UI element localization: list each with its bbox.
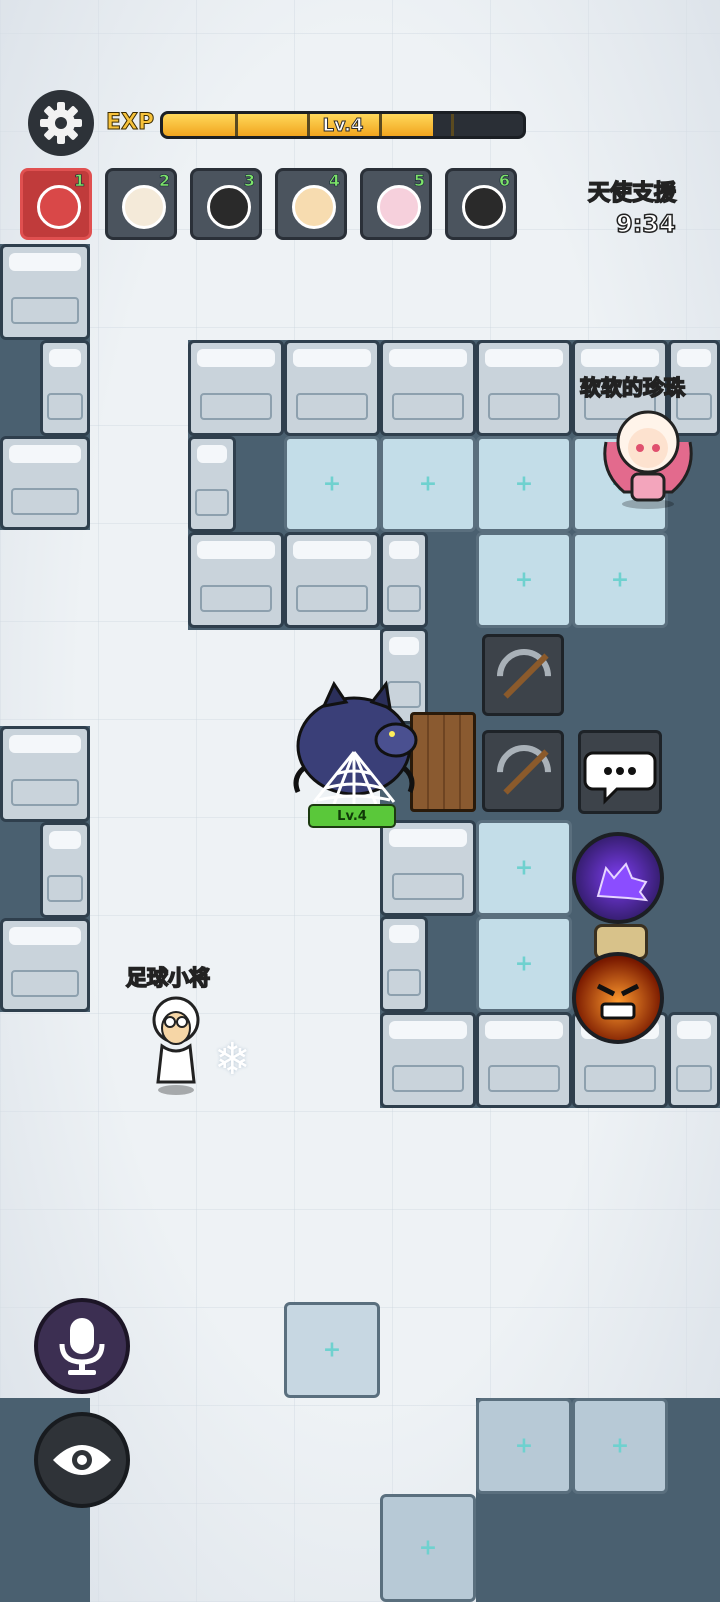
stone-wall-block [40, 822, 90, 918]
angel-support-timer: 9:34 [615, 209, 676, 239]
pink-sheep-character[interactable] [596, 402, 700, 510]
snowflake-icon: ❄ [214, 1034, 251, 1085]
sheep-character[interactable] [140, 994, 212, 1096]
ice-tile[interactable] [284, 1302, 380, 1398]
pink-sheep-avatar [377, 185, 421, 229]
ice-tile[interactable] [476, 436, 572, 532]
chat-button[interactable] [578, 730, 662, 814]
slot-number: 2 [158, 171, 171, 191]
slot-number: 4 [328, 171, 341, 191]
stone-wall-block [188, 436, 236, 532]
ice-tile[interactable] [476, 916, 572, 1012]
crossbow-turret[interactable] [482, 634, 564, 716]
wolf-head-icon [596, 862, 649, 902]
exp-progress-bar: Lv.4 [160, 111, 526, 139]
stone-wall-block [0, 244, 90, 340]
stone-wall-block [476, 340, 572, 436]
player-slot-2[interactable]: 2 [105, 168, 177, 240]
stone-wall-block [0, 726, 90, 822]
player-slot-6[interactable]: 6 [445, 168, 517, 240]
player-name-left: 足球小将 [125, 965, 211, 991]
stone-wall-block [284, 532, 380, 628]
chat-bubble-icon [583, 751, 657, 805]
stone-wall-block [380, 532, 428, 628]
black-sheep-avatar [207, 185, 251, 229]
stone-wall-block [380, 916, 428, 1012]
black-sheep-avatar [462, 185, 506, 229]
stone-wall-block [380, 340, 476, 436]
sheep-avatar [292, 185, 336, 229]
exp-label: EXP [105, 110, 155, 136]
slot-number: 1 [73, 171, 86, 191]
stone-wall-block [188, 340, 284, 436]
microphone-icon [59, 1318, 105, 1375]
ice-tile[interactable] [476, 532, 572, 628]
eye-icon [53, 1445, 111, 1475]
slot-number: 3 [243, 171, 256, 191]
slot-number: 6 [498, 171, 511, 191]
rage-skill-button[interactable] [572, 952, 664, 1044]
level-text: Lv.4 [322, 114, 364, 136]
angry-face-icon [596, 983, 640, 1020]
ice-tile[interactable] [380, 1494, 476, 1602]
claw-avatar [37, 185, 81, 229]
monster-level-tag: Lv.4 [308, 804, 396, 828]
player-slot-4[interactable]: 4 [275, 168, 347, 240]
spectate-button[interactable] [34, 1412, 130, 1508]
stone-wall-block [668, 1012, 720, 1108]
gear-icon [40, 102, 82, 144]
stone-wall-block [40, 340, 90, 436]
stone-wall-block [188, 532, 284, 628]
ice-tile[interactable] [476, 1398, 572, 1494]
slot-number: 5 [413, 171, 426, 191]
player-slot-5[interactable]: 5 [360, 168, 432, 240]
stone-wall-block [380, 820, 476, 916]
settings-button[interactable] [28, 90, 94, 156]
stone-wall-block [0, 918, 90, 1012]
ice-tile[interactable] [476, 820, 572, 916]
stone-wall-block [0, 436, 90, 530]
player-name-top-right: 软软的珍珠 [579, 375, 686, 401]
voice-chat-button[interactable] [34, 1298, 130, 1394]
stone-wall-block [380, 1012, 476, 1108]
ice-tile[interactable] [380, 436, 476, 532]
player-slot-1[interactable]: 1 [20, 168, 92, 240]
crossbow-turret[interactable] [482, 730, 564, 812]
stone-wall-block [476, 1012, 572, 1108]
ice-tile[interactable] [284, 436, 380, 532]
stone-wall-block [284, 340, 380, 436]
ice-tile[interactable] [572, 532, 668, 628]
ice-tile[interactable] [572, 1398, 668, 1494]
wolf-skill-button[interactable] [572, 832, 664, 924]
sheep-crowned-avatar [122, 185, 166, 229]
angel-support-label: 天使支援 [587, 180, 677, 207]
werewolf-monster[interactable] [284, 676, 424, 806]
player-slot-3[interactable]: 3 [190, 168, 262, 240]
